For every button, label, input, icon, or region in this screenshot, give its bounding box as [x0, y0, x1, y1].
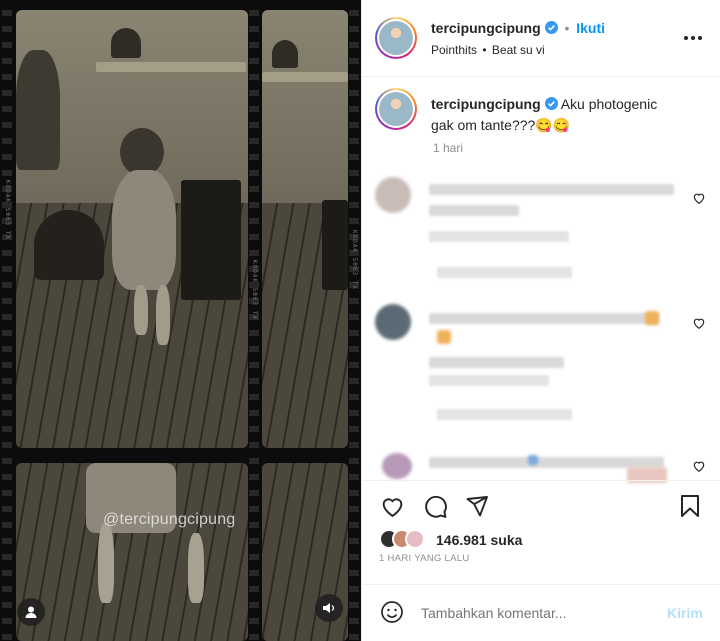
likes-count[interactable]: 146.981 suka [436, 532, 522, 548]
follow-button[interactable]: Ikuti [576, 20, 605, 36]
post-panel: tercipungcipung • Ikuti Pointhits • Beat… [361, 0, 720, 641]
film-frame-side [262, 10, 348, 448]
heart-icon[interactable] [692, 191, 706, 205]
comment-text [429, 205, 519, 216]
comment-text [429, 313, 659, 324]
more-options-icon [684, 36, 702, 40]
media-watermark: @tercipungcipung [103, 511, 236, 528]
like-button[interactable] [379, 493, 405, 519]
caption: tercipungcipung Aku photogenic gak om ta… [431, 94, 681, 136]
liked-by-avatars[interactable] [379, 529, 439, 551]
post-timestamp: 1 HARI YANG LALU [379, 553, 470, 564]
user-tag-button[interactable] [17, 598, 45, 626]
likes-number: 146.981 [436, 532, 487, 548]
comment-input[interactable] [421, 602, 651, 624]
audio-track: Beat su vi [491, 43, 545, 57]
comment-icon [424, 495, 447, 518]
comment-meta [429, 375, 549, 386]
film-sprocket-right [349, 0, 359, 641]
emoji-icon [381, 601, 403, 623]
post-actions: 146.981 suka 1 HARI YANG LALU [362, 480, 720, 590]
caption-time: 1 hari [433, 141, 464, 155]
verified-badge-icon [544, 21, 558, 34]
post-comment-button[interactable]: Kirim [667, 605, 703, 621]
author-username[interactable]: tercipungcipung [431, 20, 541, 36]
heart-icon[interactable] [692, 316, 706, 330]
comment-avatar[interactable] [382, 453, 412, 479]
sound-toggle-button[interactable] [315, 594, 343, 622]
comment-button[interactable] [422, 493, 448, 519]
bookmark-icon [681, 495, 699, 517]
emoji-blur [645, 311, 659, 325]
view-replies[interactable] [437, 267, 572, 278]
film-edge-text: KODAK 5063 TX [4, 180, 11, 240]
film-sprocket-mid [249, 0, 259, 641]
caption-avatar[interactable] [375, 88, 417, 130]
emoji-blur [437, 330, 451, 344]
user-tag-icon [25, 606, 37, 618]
share-button[interactable] [464, 493, 490, 519]
emoji-blur [528, 455, 538, 465]
comments-section[interactable]: tercipungcipung Aku photogenic gak om ta… [362, 77, 720, 487]
film-sprocket-left [2, 0, 12, 641]
film-frame-bottom [16, 463, 248, 641]
post-header: tercipungcipung • Ikuti Pointhits • Beat… [362, 0, 720, 77]
comment-meta [429, 231, 569, 242]
film-edge-text: KODAK 5063 TX [251, 260, 258, 320]
comment-composer: Kirim [362, 584, 720, 641]
film-frame-main [16, 10, 248, 448]
share-icon [466, 496, 488, 517]
audio-artist: Pointhits [431, 43, 478, 57]
caption-username[interactable]: tercipungcipung [431, 96, 541, 112]
save-button[interactable] [677, 493, 703, 519]
post-media[interactable]: KODAK 5063 TX KODAK 5063 TX KODAK 5063 T… [0, 0, 361, 641]
likes-label: suka [490, 532, 523, 548]
audio-separator: • [482, 43, 487, 57]
heart-icon[interactable] [692, 459, 706, 473]
comment-text [429, 357, 564, 368]
sound-icon [323, 603, 335, 613]
heart-icon [382, 497, 402, 517]
film-edge-text: KODAK 5063 TX [351, 230, 358, 290]
comment-avatar[interactable] [375, 177, 411, 213]
more-options-button[interactable] [680, 29, 706, 47]
header-separator: • [564, 20, 570, 36]
author-avatar[interactable] [375, 17, 417, 59]
comment-text [429, 184, 674, 195]
view-replies[interactable] [437, 409, 572, 420]
emoji-button[interactable] [379, 599, 405, 625]
comment-avatar[interactable] [375, 304, 411, 340]
verified-badge-icon [544, 97, 558, 110]
audio-info[interactable]: Pointhits • Beat su vi [431, 43, 545, 57]
